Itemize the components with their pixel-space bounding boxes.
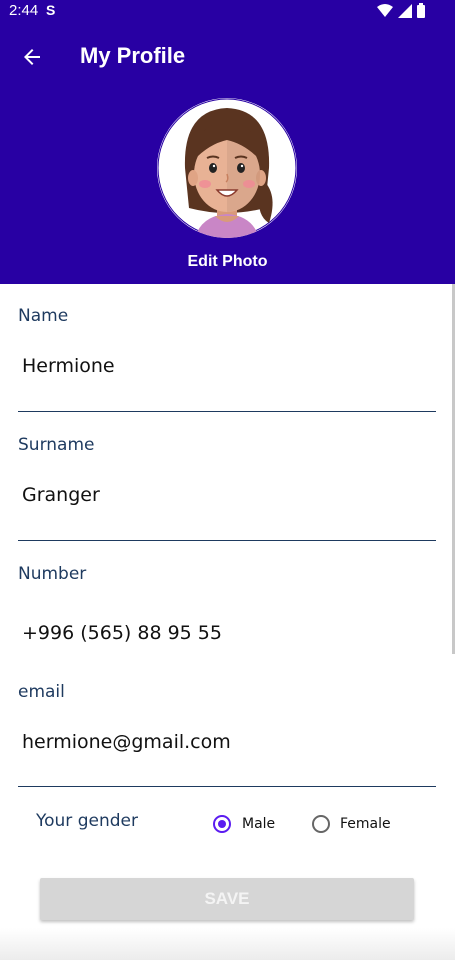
status-icons bbox=[377, 3, 425, 18]
girl-avatar-icon bbox=[157, 98, 297, 238]
toolbar: My Profile bbox=[0, 30, 455, 86]
status-bar: 2:44 S bbox=[0, 0, 455, 24]
surname-label: Surname bbox=[18, 435, 95, 455]
gender-male-label[interactable]: Male bbox=[242, 816, 275, 832]
bottom-nav-area bbox=[0, 928, 455, 960]
surname-underline bbox=[18, 540, 436, 541]
name-underline bbox=[18, 411, 436, 412]
page-title: My Profile bbox=[80, 43, 186, 68]
status-time: 2:44 bbox=[9, 2, 39, 19]
app-notification-icon: S bbox=[46, 2, 56, 18]
gender-male-radio[interactable] bbox=[213, 815, 231, 833]
gender-female-radio[interactable] bbox=[312, 815, 330, 833]
gender-female-label[interactable]: Female bbox=[340, 816, 391, 832]
surname-field[interactable]: Granger bbox=[22, 484, 100, 506]
back-arrow-icon[interactable] bbox=[20, 45, 44, 69]
signal-icon bbox=[398, 3, 412, 18]
edit-photo-link[interactable]: Edit Photo bbox=[0, 253, 455, 271]
number-field[interactable]: +996 (565) 88 95 55 bbox=[22, 622, 222, 644]
profile-header: 2:44 S My Profile Edit Photo bbox=[0, 0, 455, 284]
email-underline bbox=[18, 786, 436, 787]
avatar[interactable] bbox=[157, 98, 297, 238]
battery-icon bbox=[417, 3, 425, 18]
wifi-icon bbox=[377, 3, 393, 17]
save-button[interactable]: SAVE bbox=[40, 878, 414, 920]
gender-label: Your gender bbox=[36, 811, 138, 831]
name-label: Name bbox=[18, 306, 69, 326]
number-label: Number bbox=[18, 564, 87, 584]
name-field[interactable]: Hermione bbox=[22, 355, 115, 377]
email-label: email bbox=[18, 682, 65, 702]
email-field[interactable]: hermione@gmail.com bbox=[22, 731, 231, 753]
